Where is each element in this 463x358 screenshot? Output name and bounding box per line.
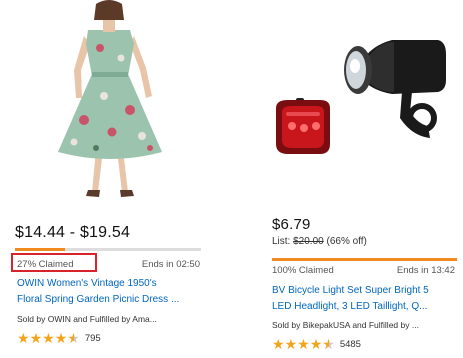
list-price-original: $20.00 [293,236,324,247]
star-icon: ★ [17,330,30,346]
review-count[interactable]: 795 [85,333,101,344]
list-price: List: $20.00 (66% off) [272,236,367,247]
product-title-line-1: OWIN Women's Vintage 1950's [17,278,157,289]
product-image-bike-light[interactable] [262,0,463,205]
product-title-line-2: Floral Spring Garden Picnic Dress ... [17,294,180,305]
star-icon: ★ [284,336,298,352]
list-price-savings: (66% off) [323,236,367,247]
claimed-progress-bar [272,258,457,261]
review-count[interactable]: 5485 [340,339,361,350]
deal-price: $14.44 - $19.54 [15,224,131,241]
product-title-link[interactable]: BV Bicycle Light Set Super Bright 5 LED … [272,283,460,315]
star-icon: ★ [29,330,43,346]
star-icon: ★ [297,336,310,352]
dress-image [58,0,162,197]
star-rating[interactable]: ★ ★ ★ ★ ★ 795 [17,331,101,345]
deal-price: $6.79 [272,216,311,233]
deal-countdown: Ends in 13:42 [396,265,455,276]
bike-light-image [276,40,446,154]
claimed-progress-fill [272,258,457,261]
claimed-highlight-box [11,253,97,272]
star-icon: ★ [309,336,323,352]
deal-card-bike-light[interactable]: $6.79 List: $20.00 (66% off) 100% Claime… [262,0,463,358]
star-rating[interactable]: ★ ★ ★ ★ ★ 5485 [272,337,361,351]
claimed-progress-bar [15,248,201,251]
claimed-percentage: 100% Claimed [272,265,334,276]
star-icon: ★ [42,330,55,346]
seller-info: Sold by BikepakUSA and Fulfilled by ... [272,320,419,330]
star-icon: ★ [272,336,285,352]
star-half-icon: ★ [67,330,80,346]
star-icon: ★ [54,330,68,346]
seller-info: Sold by OWIN and Fulfilled by Ama... [17,314,157,324]
deal-card-dress[interactable]: $14.44 - $19.54 27% Claimed Ends in 02:5… [0,0,222,358]
list-price-label: List: [272,236,294,247]
product-title-line-2: LED Headlight, 3 LED Taillight, Q... [272,301,428,312]
claimed-progress-fill [15,248,66,251]
product-title-line-1: BV Bicycle Light Set Super Bright 5 [272,285,429,296]
deal-countdown: Ends in 02:50 [141,259,200,270]
star-half-icon: ★ [322,336,335,352]
product-title-link[interactable]: OWIN Women's Vintage 1950's Floral Sprin… [17,276,202,308]
product-image-dress[interactable] [0,0,222,205]
